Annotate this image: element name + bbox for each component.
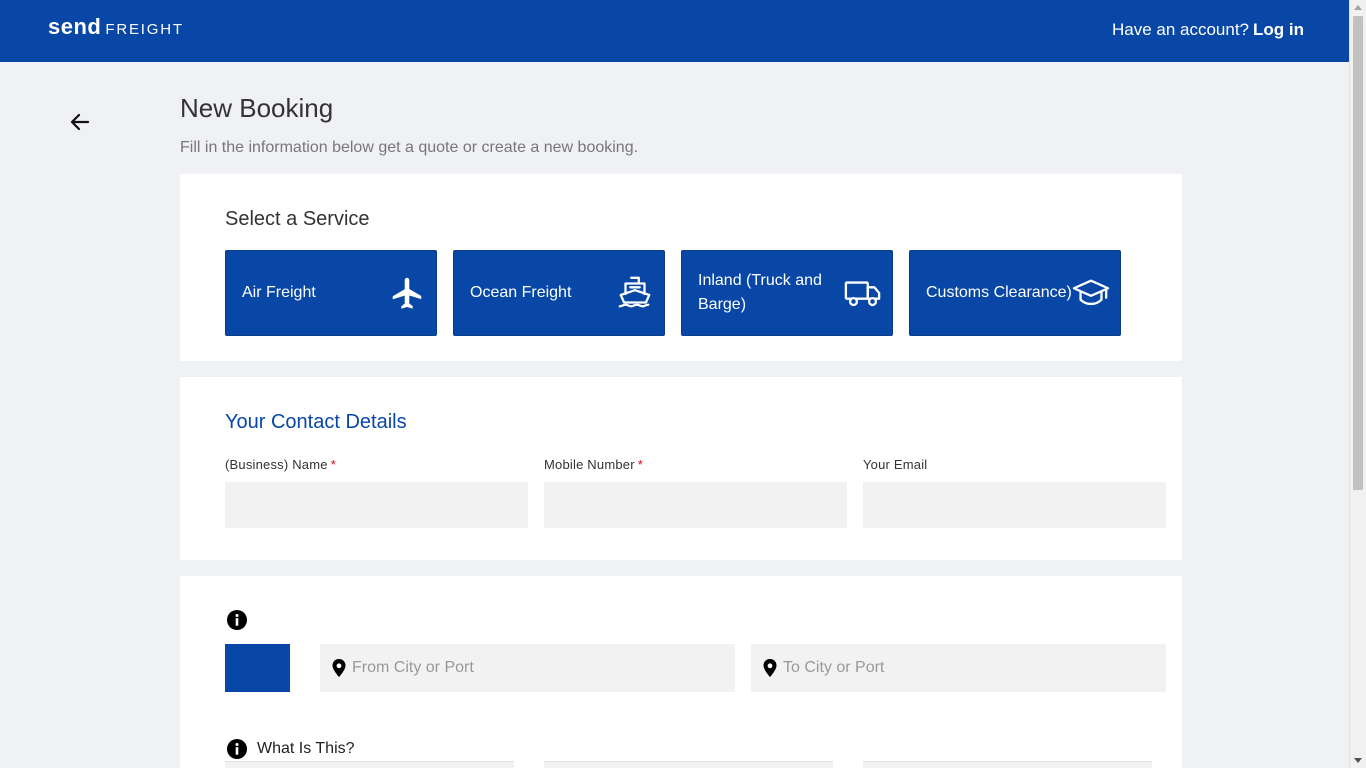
required-marker: * [637, 457, 644, 472]
business-name-input[interactable] [225, 482, 528, 528]
business-name-label-text: (Business) Name [225, 457, 328, 472]
service-label: Inland (Truck and Barge) [698, 272, 822, 313]
map-pin-icon [332, 659, 346, 677]
email-input[interactable] [863, 482, 1166, 528]
truck-icon [844, 281, 881, 307]
mobile-number-label: Mobile Number * [544, 457, 847, 472]
scrollbar-thumb[interactable] [1353, 16, 1363, 490]
mobile-number-field: Mobile Number * [544, 457, 847, 528]
from-location-input[interactable] [352, 659, 712, 677]
login-link[interactable]: Log in [1253, 20, 1304, 39]
info-icon[interactable] [226, 609, 248, 631]
page-scrollbar[interactable] [1349, 0, 1366, 768]
scroll-up-arrow-icon[interactable] [1354, 5, 1362, 10]
customs-clearance-button[interactable]: Customs Clearance) [909, 250, 1121, 336]
cargo-field[interactable] [544, 761, 833, 768]
cargo-field[interactable] [863, 761, 1152, 768]
contact-section-title: Your Contact Details [225, 411, 407, 433]
contact-details-card: Your Contact Details (Business) Name * Mo… [180, 377, 1182, 560]
logo-send-text: send [48, 14, 102, 39]
scroll-down-arrow-icon[interactable] [1354, 758, 1362, 763]
to-location-input[interactable] [783, 659, 1143, 677]
map-pin-icon [763, 659, 777, 677]
page-subtitle: Fill in the information below get a quot… [180, 139, 639, 156]
cargo-field[interactable] [225, 761, 514, 768]
airplane-icon [392, 277, 422, 309]
business-name-field: (Business) Name * [225, 457, 528, 528]
back-arrow-icon[interactable] [68, 110, 92, 134]
service-label: Ocean Freight [470, 284, 572, 301]
what-is-this-label: What Is This? [257, 740, 355, 757]
service-selection-card: Select a Service Air Freight Ocean Freig… [180, 174, 1182, 361]
to-location-field[interactable] [751, 644, 1166, 692]
service-section-title: Select a Service [225, 208, 370, 230]
account-prompt-text: Have an account? [1111, 20, 1250, 39]
route-type-toggle[interactable] [225, 644, 290, 692]
route-card: What Is This? [180, 576, 1182, 768]
mobile-number-input[interactable] [544, 482, 847, 528]
info-icon[interactable] [226, 738, 248, 760]
graduation-cap-icon [1072, 279, 1110, 306]
service-options: Air Freight Ocean Freight Inland (Truck … [225, 250, 1121, 336]
sendfreight-logo[interactable]: send FREIGHT [48, 14, 184, 44]
service-label: Air Freight [242, 284, 316, 301]
inland-truck-barge-button[interactable]: Inland (Truck and Barge) [681, 250, 893, 336]
air-freight-button[interactable]: Air Freight [225, 250, 437, 336]
email-label: Your Email [863, 457, 928, 472]
ocean-freight-button[interactable]: Ocean Freight [453, 250, 665, 336]
page-title: New Booking [180, 93, 334, 123]
ship-icon [618, 276, 651, 308]
business-name-label: (Business) Name * [225, 457, 528, 472]
logo-freight-text: FREIGHT [105, 21, 184, 38]
top-navbar: send FREIGHT Have an account? Log in [0, 0, 1349, 62]
account-prompt: Have an account? Log in [1112, 20, 1304, 40]
service-label: Customs Clearance) [926, 284, 1072, 301]
email-field: Your Email [863, 457, 1166, 528]
mobile-number-label-text: Mobile Number [544, 457, 635, 472]
required-marker: * [330, 457, 336, 472]
from-location-field[interactable] [320, 644, 735, 692]
